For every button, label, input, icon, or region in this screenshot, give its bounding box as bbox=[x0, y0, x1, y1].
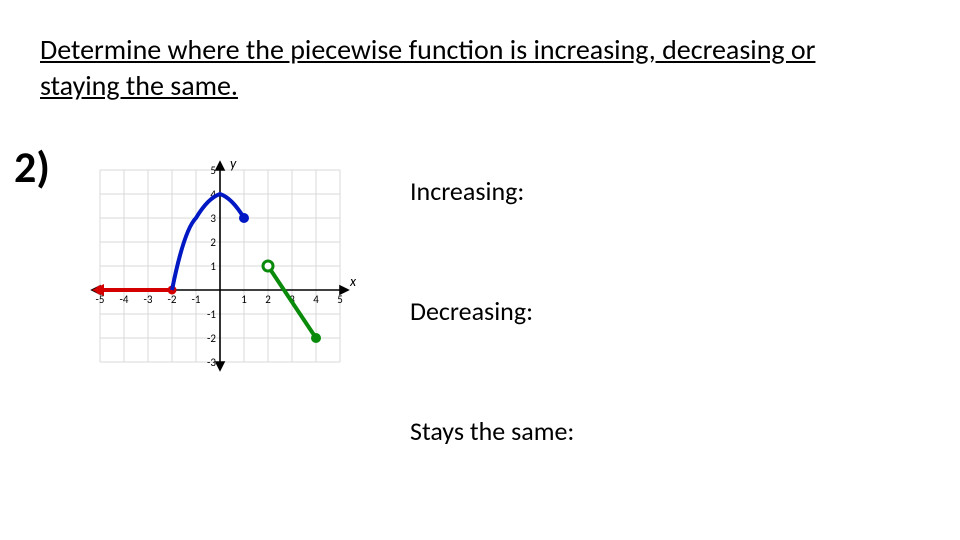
x-axis-label: x bbox=[349, 273, 357, 290]
piecewise-graph: y x -5 -4 -3 -2 -1 1 2 3 4 5 -3 -2 -1 1 … bbox=[80, 155, 360, 390]
svg-text:4: 4 bbox=[313, 293, 319, 306]
svg-text:5: 5 bbox=[210, 164, 216, 177]
svg-text:3: 3 bbox=[210, 212, 216, 225]
svg-text:1: 1 bbox=[210, 260, 216, 273]
decreasing-label: Decreasing: bbox=[410, 295, 533, 327]
svg-text:2: 2 bbox=[210, 236, 216, 249]
svg-text:-1: -1 bbox=[192, 293, 201, 306]
svg-text:-3: -3 bbox=[144, 293, 153, 306]
increasing-label: Increasing: bbox=[410, 175, 524, 207]
y-axis-label: y bbox=[230, 155, 237, 172]
x-tick-labels: -5 -4 -3 -2 -1 1 2 3 4 5 bbox=[96, 293, 343, 306]
svg-text:-2: -2 bbox=[207, 332, 216, 345]
instruction-text: Determine where the piecewise function i… bbox=[40, 32, 820, 105]
svg-text:-2: -2 bbox=[168, 293, 177, 306]
series-red bbox=[92, 284, 177, 296]
stays-same-label: Stays the same: bbox=[410, 415, 574, 447]
svg-text:-1: -1 bbox=[207, 308, 216, 321]
svg-text:-4: -4 bbox=[120, 293, 129, 306]
svg-text:2: 2 bbox=[265, 293, 271, 306]
svg-text:1: 1 bbox=[241, 293, 247, 306]
svg-text:5: 5 bbox=[337, 293, 343, 306]
question-number: 2) bbox=[14, 140, 50, 194]
svg-text:-3: -3 bbox=[207, 356, 216, 369]
